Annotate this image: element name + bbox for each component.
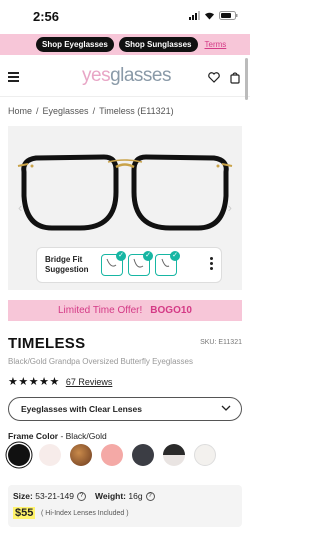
battery-icon	[219, 11, 238, 20]
offer-text: Limited Time Offer!	[58, 305, 143, 316]
wifi-icon	[205, 12, 214, 20]
breadcrumb-home[interactable]: Home	[8, 106, 32, 116]
status-bar: 2:56	[0, 0, 250, 34]
check-icon: ✓	[143, 251, 153, 261]
weight-label: Weight:	[94, 491, 126, 501]
offer-code: BOGO10	[150, 305, 192, 316]
star-rating-icon: ★★★★★	[8, 376, 60, 388]
scrollbar[interactable]	[245, 58, 248, 100]
offer-banner[interactable]: Limited Time Offer! BOGO10	[8, 300, 242, 321]
swatch-pink[interactable]	[101, 444, 123, 466]
size-weight-line: Size: 53-21-149? Weight: 16g?	[13, 491, 155, 501]
product-gallery[interactable]: ‹ › Bridge Fit Suggestion ✓ ✓ ✓	[8, 126, 242, 290]
site-logo[interactable]: yesglasses	[82, 65, 171, 87]
product-subtitle: Black/Gold Grandpa Oversized Butterfly E…	[8, 357, 193, 366]
swatch-light-pink[interactable]	[39, 444, 61, 466]
site-header: yesglasses	[0, 55, 250, 97]
reviews-link[interactable]: 67 Reviews	[66, 377, 113, 387]
lens-type-dropdown[interactable]: Eyeglasses with Clear Lenses	[8, 397, 242, 421]
weight-value: 16g	[128, 491, 143, 501]
swatch-two-tone[interactable]	[163, 444, 185, 466]
nose-shape-icon: ✓	[155, 251, 180, 276]
frame-color-label: Frame Color - Black/Gold	[8, 431, 107, 441]
lens-type-value: Eyeglasses with Clear Lenses	[21, 404, 142, 414]
swatch-black[interactable]	[8, 444, 30, 466]
help-icon[interactable]: ?	[76, 491, 86, 501]
shop-sunglasses-button[interactable]: Shop Sunglasses	[118, 37, 198, 52]
heart-icon[interactable]	[208, 72, 220, 83]
breadcrumb: Home / Eyeglasses / Timeless (E11321)	[8, 106, 174, 116]
frame-color-value: - Black/Gold	[58, 431, 107, 441]
signal-icon	[189, 11, 200, 20]
price-note: ( Hi-Index Lenses Included )	[41, 510, 129, 517]
product-image	[17, 154, 233, 231]
bridge-fit-label: Bridge Fit Suggestion	[45, 255, 89, 274]
breadcrumb-eyeglasses[interactable]: Eyeglasses	[43, 106, 89, 116]
logo-yes: yes	[82, 65, 111, 86]
check-icon: ✓	[116, 251, 126, 261]
nose-shape-icon: ✓	[101, 251, 126, 276]
product-title: TIMELESS	[8, 335, 86, 352]
promo-bar: Shop Eyeglasses Shop Sunglasses Terms	[0, 34, 250, 55]
product-price: $55	[13, 507, 36, 519]
nose-shape-icon: ✓	[128, 251, 153, 276]
size-label: Size:	[13, 491, 33, 501]
help-icon[interactable]: ?	[145, 491, 155, 501]
terms-link[interactable]: Terms	[205, 40, 227, 49]
size-value: 53-21-149	[35, 491, 74, 501]
product-specs: Size: 53-21-149? Weight: 16g? $55 ( Hi-I…	[8, 485, 242, 527]
product-sku: SKU: E11321	[200, 339, 242, 346]
color-swatches	[8, 444, 216, 466]
more-options-icon[interactable]	[210, 257, 213, 272]
status-time: 2:56	[33, 9, 60, 24]
logo-glasses: glasses	[110, 65, 171, 86]
check-icon: ✓	[170, 251, 180, 261]
rating: ★★★★★ 67 Reviews	[8, 375, 112, 388]
bag-icon[interactable]	[230, 72, 240, 84]
menu-icon[interactable]	[8, 72, 19, 85]
breadcrumb-current: Timeless (E11321)	[99, 106, 174, 116]
frame-color-title: Frame Color	[8, 431, 59, 441]
swatch-dark-gray[interactable]	[132, 444, 154, 466]
swatch-tortoise[interactable]	[70, 444, 92, 466]
swatch-clear[interactable]	[194, 444, 216, 466]
status-icons	[189, 11, 238, 20]
bridge-fit-card[interactable]: Bridge Fit Suggestion ✓ ✓ ✓	[36, 247, 222, 283]
shop-eyeglasses-button[interactable]: Shop Eyeglasses	[36, 37, 114, 52]
chevron-down-icon	[221, 405, 231, 411]
